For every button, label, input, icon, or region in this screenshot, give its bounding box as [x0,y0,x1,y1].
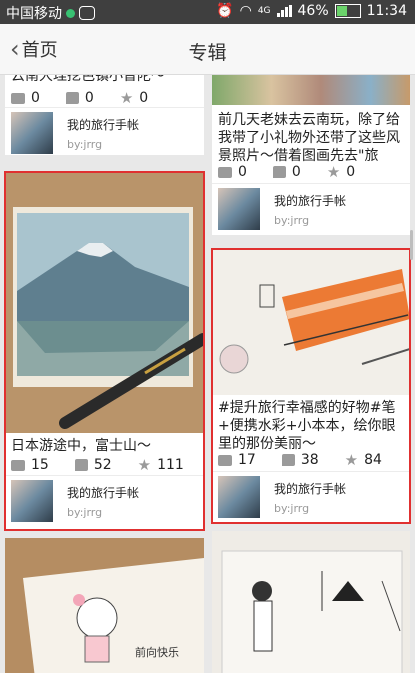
star-count: 0 [346,164,356,180]
album-card[interactable]: 云南大理挖色镇小普陀～ 0 0 ★ 0 我的旅行手帐 by:jrrg [5,75,204,155]
like-count: 0 [291,164,301,180]
card-stats: 0 0 ★ 0 [11,89,198,107]
scrollbar[interactable] [410,230,413,260]
comment-count: 0 [238,164,247,180]
selection-highlight [4,171,205,531]
carrier-label: 中国移动 [6,6,62,22]
author-byline: by:jrrg [274,214,310,227]
app-notification-icon [79,6,95,20]
status-bar: 中国移动 ⏰ ◠ 4G 46% 11:34 [0,0,415,24]
like-icon [65,92,79,104]
kimono-sketch-photo [212,531,410,673]
avatar [218,188,260,230]
clock: 11:34 [366,3,407,19]
card-image [212,75,410,105]
card-caption: 云南大理挖色镇小普陀～ [11,75,165,84]
album-card[interactable] [212,531,410,673]
author-byline: by:jrrg [67,138,103,151]
avatar [11,112,53,154]
star-count: 0 [139,90,149,106]
album-grid: 云南大理挖色镇小普陀～ 0 0 ★ 0 我的旅行手帐 by:jrrg 前几天老妹去… [0,75,415,673]
wifi-icon: ◠ [239,3,252,19]
author-name: 我的旅行手帐 [67,118,140,132]
battery-icon [334,4,361,18]
album-card[interactable]: 前几天老妹去云南玩，除了给我带了小礼物外还带了这些风景照片～借着图画先去"旅游.… [212,75,410,235]
alarm-icon: ⏰ [216,3,234,19]
page-title: 专辑 [188,42,227,64]
album-card[interactable]: 前向快乐 [5,538,204,673]
author-name: 我的旅行手帐 [274,194,347,208]
title-bar: ‹ 首页 专辑 [0,24,415,75]
card-stats: 0 0 ★ 0 [218,163,404,181]
card-image [212,531,410,673]
like-icon [272,166,286,178]
notification-dot-icon [66,8,75,18]
svg-text:前向快乐: 前向快乐 [135,645,179,659]
battery-percent: 46% [297,3,329,19]
card-image: 前向快乐 [5,538,204,673]
network-type: 4G [257,6,271,16]
author-row[interactable]: 我的旅行手帐 by:jrrg [5,107,204,158]
card-caption: 前几天老妹去云南玩，除了给我带了小礼物外还带了这些风景照片～借着图画先去"旅游.… [218,112,400,164]
selection-highlight [211,248,411,524]
comment-icon [218,166,232,178]
star-icon: ★ [119,89,134,107]
comment-icon [11,92,25,104]
comment-count: 0 [31,90,40,106]
signal-icon [276,5,292,17]
hello-kitty-sketch-photo: 前向快乐 [5,538,204,673]
author-row[interactable]: 我的旅行手帐 by:jrrg [212,183,410,234]
star-icon: ★ [326,163,341,181]
like-count: 0 [84,90,94,106]
